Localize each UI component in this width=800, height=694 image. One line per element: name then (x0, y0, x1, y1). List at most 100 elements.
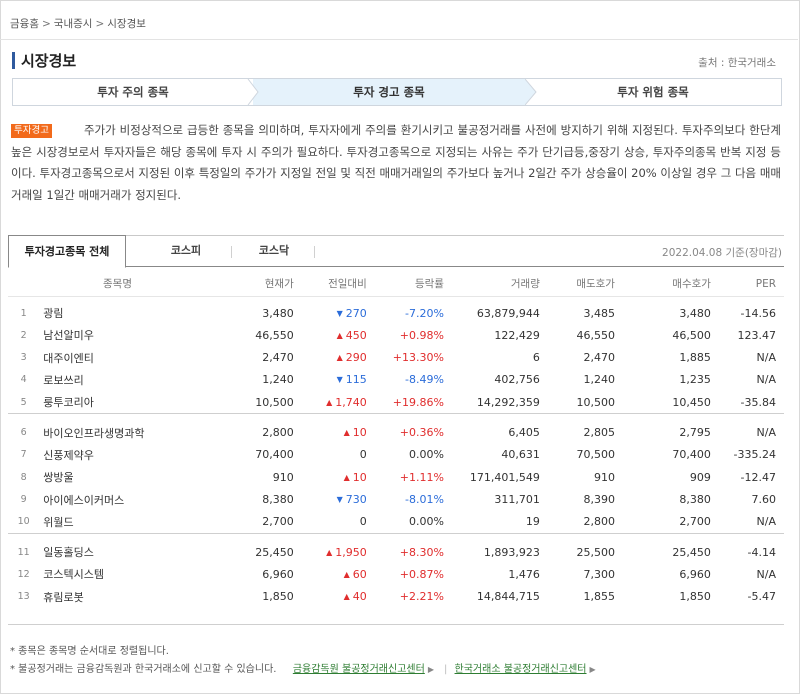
report-note-line: * 불공정거래는 금융감독원과 한국거래소에 신고할 수 있습니다. 금융감독원… (10, 661, 602, 679)
trade-volume: 14,844,715 (476, 590, 540, 604)
price-change-value: 730 (345, 493, 367, 507)
row-number: 10 (8, 510, 40, 534)
alert-level-steps: 투자 주의 종목 투자 경고 종목 투자 위험 종목 (12, 78, 782, 106)
stock-name[interactable]: 광림 (39, 296, 195, 324)
row-number: 2 (20, 329, 27, 341)
per-value: N/A (756, 567, 776, 581)
table-row[interactable]: 1 광림 3,480 ▼ 270 -7.20% 63,879,944 3,485 3,480 -1… (8, 296, 784, 324)
row-number: 11 (17, 546, 30, 558)
col-header-price: 현재가 (195, 272, 294, 297)
triangle-up-icon: ▲ (326, 397, 333, 407)
step-caution[interactable]: 투자 주의 종목 (13, 79, 253, 105)
table-header-row: 종목명 현재가 전일대비 등락률 거래량 매도호가 매수호가 PER (8, 272, 784, 297)
per-value: -5.47 (747, 590, 776, 604)
step-danger[interactable]: 투자 위험 종목 (525, 79, 781, 105)
current-price: 6,960 (262, 567, 294, 581)
krx-report-link[interactable]: 한국거래소 불공정거래신고센터 (455, 664, 587, 675)
per-value: N/A (710, 510, 784, 534)
table-row[interactable]: 6 바이오인프라생명과학 2,800 ▲ 10 +0.36% 6,405 2,805 2,795… (8, 414, 784, 444)
col-header-no (8, 272, 40, 297)
per-value: -35.84 (710, 391, 784, 415)
table-row[interactable]: 3 대주이엔티 2,470 ▲ 290 +13.30% 6 2,470 1,885 N/A (8, 346, 784, 368)
tab-separator (314, 246, 315, 258)
link-separator: | (443, 664, 448, 675)
stock-name[interactable]: 남선알미우 (39, 324, 195, 346)
bid-price: 3,480 (679, 306, 711, 320)
current-price: 10,500 (195, 391, 294, 415)
per-value: -335.24 (733, 448, 776, 462)
ask-price: 8,390 (583, 493, 615, 507)
stock-name[interactable]: 쌍방울 (39, 466, 195, 488)
price-change-value: 10 (352, 470, 367, 484)
table-row[interactable]: 10 위월드 2,700 0 0.00% 19 2,800 2,700 N/A (8, 510, 784, 534)
per-value: N/A (756, 426, 776, 440)
breadcrumb-market-alert[interactable]: 시장경보 (107, 16, 146, 31)
current-price: 910 (272, 470, 294, 484)
ask-price: 7,300 (583, 567, 615, 581)
breadcrumb-domestic-stocks[interactable]: 국내증시 (54, 16, 93, 31)
price-change: ▲ 1,950 (294, 533, 367, 563)
trade-volume: 19 (443, 510, 540, 534)
current-price: 70,400 (255, 448, 294, 462)
step-warning[interactable]: 투자 경고 종목 (253, 79, 525, 105)
triangle-down-icon: ▼ (336, 495, 343, 505)
tab-all-warning[interactable]: 투자경고종목 전체 (8, 235, 126, 268)
triangle-up-icon: ▲ (343, 428, 350, 438)
fss-report-link[interactable]: 금융감독원 불공정거래신고센터 (293, 664, 425, 675)
price-change-value: 0 (359, 448, 367, 462)
tab-kosdaq[interactable]: 코스닥 (234, 235, 314, 268)
stock-name[interactable]: 룽투코리아 (39, 391, 196, 415)
bid-price: 2,700 (614, 510, 711, 534)
breadcrumb-finance-home[interactable]: 금융홈 (10, 16, 39, 31)
stock-name[interactable]: 아이에스이커머스 (39, 488, 195, 510)
change-rate: +13.30% (392, 351, 444, 365)
stock-name[interactable]: 휴림로봇 (39, 586, 195, 608)
stock-name[interactable]: 신풍제약우 (39, 444, 195, 466)
tab-kospi[interactable]: 코스피 (141, 235, 231, 268)
bid-price: 8,380 (679, 493, 711, 507)
trade-volume: 402,756 (494, 373, 540, 387)
change-rate: +8.30% (399, 545, 444, 559)
ask-price: 1,240 (583, 373, 615, 387)
bid-price: 2,795 (679, 426, 711, 440)
price-change: ▲ 60 (294, 563, 367, 585)
breadcrumb: 금융홈 > 국내증시 > 시장경보 (10, 16, 146, 31)
triangle-down-icon: ▼ (336, 308, 343, 318)
ask-price: 10,500 (539, 391, 615, 415)
row-number: 4 (20, 374, 27, 386)
table-row[interactable]: 2 남선알미우 46,550 ▲ 450 +0.98% 122,429 46,550 46,50… (8, 324, 784, 346)
col-header-volume: 거래량 (443, 272, 540, 297)
title-accent-bar (12, 52, 15, 69)
current-price: 2,470 (262, 351, 294, 365)
per-value: -12.47 (740, 470, 776, 484)
table-row[interactable]: 12 코스텍시스템 6,960 ▲ 60 +0.87% 1,476 7,300 6,960 N/A (8, 563, 784, 585)
stock-name[interactable]: 코스텍시스템 (39, 563, 195, 585)
current-price: 2,700 (195, 510, 294, 534)
row-number: 7 (20, 449, 27, 461)
breadcrumb-separator: > (95, 18, 105, 30)
ask-price: 2,805 (583, 426, 615, 440)
table-row[interactable]: 7 신풍제약우 70,400 0 0.00% 40,631 70,500 70,400 -335… (8, 444, 784, 466)
table-row[interactable]: 13 휴림로봇 1,850 ▲ 40 +2.21% 14,844,715 1,855 1,850… (8, 586, 784, 608)
stock-name[interactable]: 일동홀딩스 (39, 533, 195, 563)
trade-volume: 40,631 (501, 448, 540, 462)
bid-price: 25,450 (672, 545, 711, 559)
stock-name[interactable]: 로보쓰리 (39, 369, 195, 391)
table-row[interactable]: 11 일동홀딩스 25,450 ▲ 1,950 +8.30% 1,893,923 25,500… (8, 533, 784, 563)
stock-name[interactable]: 대주이엔티 (39, 346, 195, 368)
trade-volume: 171,401,549 (469, 470, 540, 484)
per-value: N/A (756, 351, 776, 365)
table-row[interactable]: 9 아이에스이커머스 8,380 ▼ 730 -8.01% 311,701 8,390 8,38… (8, 488, 784, 510)
table-row[interactable]: 8 쌍방울 910 ▲ 10 +1.11% 171,401,549 910 909 -12.47 (8, 466, 784, 488)
table-row[interactable]: 5 룽투코리아 10,500 ▲ 1,740 +19.86% 14,292,359 10,50… (8, 391, 784, 415)
trade-volume: 122,429 (494, 328, 540, 342)
per-value: N/A (756, 373, 776, 387)
stock-name[interactable]: 바이오인프라생명과학 (39, 414, 195, 444)
triangle-up-icon: ▲ (326, 547, 333, 557)
triangle-down-icon: ▼ (336, 375, 343, 385)
ask-price: 70,500 (576, 448, 615, 462)
footnotes: * 종목은 종목명 순서대로 정렬됩니다. * 불공정거래는 금융감독원과 한국… (10, 643, 602, 679)
stock-name[interactable]: 위월드 (39, 510, 196, 534)
trade-volume: 63,879,944 (476, 306, 540, 320)
table-row[interactable]: 4 로보쓰리 1,240 ▼ 115 -8.49% 402,756 1,240 1,235 N/A (8, 369, 784, 391)
